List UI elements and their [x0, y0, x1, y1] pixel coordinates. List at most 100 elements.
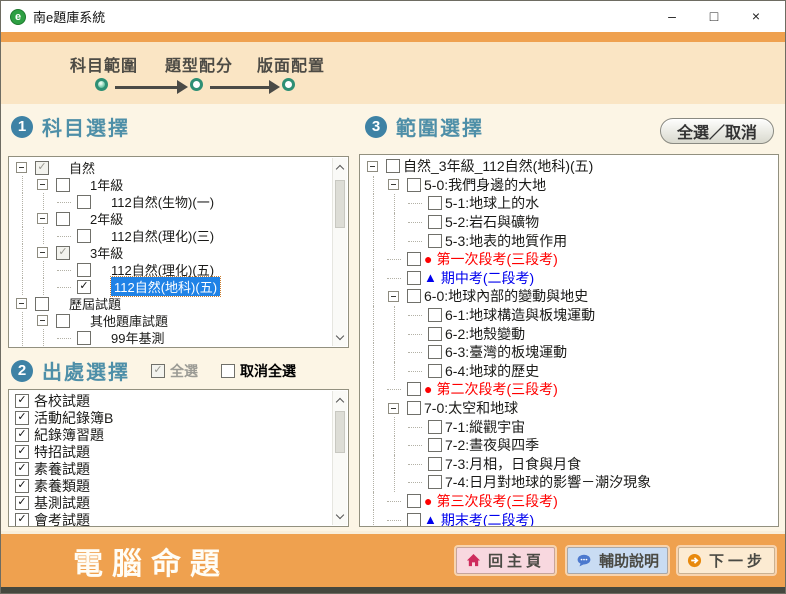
- tree-item-label[interactable]: 第二次段考(三段考): [436, 379, 557, 399]
- tree-item-label[interactable]: 6-2:地殼變動: [445, 324, 525, 344]
- scroll-up-icon[interactable]: [333, 393, 347, 407]
- tree-item-checkbox[interactable]: [428, 438, 442, 452]
- collapse-minus-icon[interactable]: [367, 161, 378, 172]
- collapse-minus-icon[interactable]: [388, 179, 399, 190]
- tree-item-checkbox[interactable]: [407, 382, 421, 396]
- tree-item-label[interactable]: 6-3:臺灣的板塊運動: [445, 342, 567, 362]
- next-step-button[interactable]: 下一步: [678, 547, 775, 574]
- tree-item-label[interactable]: 99年基測: [111, 328, 164, 347]
- window-title: 南e題庫系統: [33, 7, 105, 26]
- source-item-checkbox[interactable]: ✓: [15, 445, 29, 459]
- tree-item-label[interactable]: 112自然(地科)(五): [111, 277, 220, 296]
- tree-item-label[interactable]: 6-0:地球內部的變動與地史: [424, 286, 588, 306]
- deselect-all-checkbox[interactable]: [221, 364, 235, 378]
- tree-guide-line: [385, 473, 406, 492]
- maximize-button[interactable]: □: [693, 1, 735, 32]
- tree-item-checkbox[interactable]: [428, 308, 442, 322]
- tree-item-checkbox[interactable]: [77, 331, 91, 345]
- tree-item-label[interactable]: 7-4:日月對地球的影響－潮汐現象: [445, 472, 651, 492]
- tree-item-checkbox[interactable]: ✓: [77, 280, 91, 294]
- tree-item-checkbox[interactable]: [56, 212, 70, 226]
- source-item-checkbox[interactable]: ✓: [15, 394, 29, 408]
- tree-item-checkbox[interactable]: [428, 345, 442, 359]
- tree-item-checkbox[interactable]: [428, 234, 442, 248]
- scroll-down-icon[interactable]: [333, 330, 347, 344]
- help-button[interactable]: 輔助說明: [567, 547, 668, 574]
- tree-item-checkbox[interactable]: [428, 420, 442, 434]
- tree-item-checkbox[interactable]: [407, 178, 421, 192]
- tree-item-label[interactable]: 5-1:地球上的水: [445, 193, 539, 213]
- tree-item-checkbox[interactable]: [407, 513, 421, 527]
- scrollbar[interactable]: [332, 158, 347, 346]
- scrollbar[interactable]: [332, 391, 347, 525]
- tree-guide-line: [364, 436, 385, 455]
- minimize-button[interactable]: –: [651, 1, 693, 32]
- collapse-minus-icon[interactable]: [16, 162, 27, 173]
- collapse-minus-icon[interactable]: [37, 247, 48, 258]
- tree-item-checkbox[interactable]: ✓: [35, 161, 49, 175]
- tree-guide-line: [364, 417, 385, 436]
- tree-item-checkbox[interactable]: [428, 475, 442, 489]
- tree-item-checkbox[interactable]: [386, 159, 400, 173]
- close-button[interactable]: ×: [735, 1, 777, 32]
- tree-item-label[interactable]: 期中考(二段考): [441, 268, 534, 288]
- select-all-checkbox[interactable]: ✓: [151, 364, 165, 378]
- source-item-checkbox[interactable]: ✓: [15, 513, 29, 527]
- source-item-checkbox[interactable]: ✓: [15, 479, 29, 493]
- tree-item-checkbox[interactable]: ✓: [56, 246, 70, 260]
- tree-item-label[interactable]: 7-0:太空和地球: [424, 398, 518, 418]
- source-item-checkbox[interactable]: ✓: [15, 462, 29, 476]
- tree-item-label[interactable]: 112自然(理化)(三): [111, 226, 214, 245]
- tree-item-label[interactable]: 6-4:地球的歷史: [445, 361, 539, 381]
- tree-connector: [13, 159, 33, 176]
- tree-item-label[interactable]: 期末考(二段考): [441, 510, 534, 527]
- tree-item-label[interactable]: 自然_3年級_112自然(地科)(五): [403, 156, 593, 176]
- tree-item-checkbox[interactable]: [77, 195, 91, 209]
- collapse-minus-icon[interactable]: [16, 298, 27, 309]
- select-all-label: 全選: [170, 361, 198, 381]
- tree-item-checkbox[interactable]: [428, 196, 442, 210]
- tree-item-label[interactable]: 7-3:月相，日食與月食: [445, 454, 581, 474]
- collapse-minus-icon[interactable]: [388, 291, 399, 302]
- tree-item-checkbox[interactable]: [56, 178, 70, 192]
- tree-item-checkbox[interactable]: [428, 457, 442, 471]
- collapse-minus-icon[interactable]: [37, 315, 48, 326]
- collapse-minus-icon[interactable]: [388, 403, 399, 414]
- scroll-down-icon[interactable]: [333, 509, 347, 523]
- tree-item-checkbox[interactable]: [428, 327, 442, 341]
- tree-item-label[interactable]: 5-3:地表的地質作用: [445, 231, 567, 251]
- tree-item-checkbox[interactable]: [77, 229, 91, 243]
- tree-item-label[interactable]: 第一次段考(三段考): [436, 249, 557, 269]
- select-all-toggle-button[interactable]: 全選／取消: [660, 118, 774, 144]
- tree-item-checkbox[interactable]: [428, 364, 442, 378]
- tree-item-label[interactable]: 7-1:縱觀宇宙: [445, 417, 525, 437]
- tree-item-label[interactable]: 7-2:晝夜與四季: [445, 435, 539, 455]
- collapse-minus-icon[interactable]: [37, 179, 48, 190]
- tree-item-checkbox[interactable]: [407, 494, 421, 508]
- scrollbar-thumb[interactable]: [335, 411, 345, 453]
- tree-connector: [34, 312, 54, 329]
- tree-item-checkbox[interactable]: [428, 215, 442, 229]
- tree-item-label[interactable]: 5-2:岩石與礦物: [445, 212, 539, 232]
- tree-item-checkbox[interactable]: [407, 252, 421, 266]
- tree-item-checkbox[interactable]: [407, 289, 421, 303]
- tree-item-label[interactable]: 5-0:我們身邊的大地: [424, 175, 546, 195]
- tree-item-label[interactable]: 6-1:地球構造與板塊運動: [445, 305, 595, 325]
- scrollbar-thumb[interactable]: [335, 180, 345, 228]
- tree-item-checkbox[interactable]: [407, 271, 421, 285]
- source-item-checkbox[interactable]: ✓: [15, 428, 29, 442]
- step-arrow-icon: [115, 86, 177, 89]
- tree-item-label[interactable]: 第三次段考(三段考): [436, 491, 557, 511]
- tree-item-checkbox[interactable]: [56, 314, 70, 328]
- scroll-up-icon[interactable]: [333, 160, 347, 174]
- source-item-checkbox[interactable]: ✓: [15, 411, 29, 425]
- tree-item-checkbox[interactable]: [77, 263, 91, 277]
- tree-item-label[interactable]: 112自然(生物)(一): [111, 192, 214, 211]
- collapse-minus-icon[interactable]: [37, 213, 48, 224]
- tree-row: ✓ 112自然(地科)(五): [13, 278, 332, 295]
- source-item-checkbox[interactable]: ✓: [15, 496, 29, 510]
- tree-item-checkbox[interactable]: [407, 401, 421, 415]
- source-item-label[interactable]: 會考試題: [34, 510, 90, 528]
- home-button[interactable]: 回主頁: [456, 547, 555, 574]
- tree-item-checkbox[interactable]: [35, 297, 49, 311]
